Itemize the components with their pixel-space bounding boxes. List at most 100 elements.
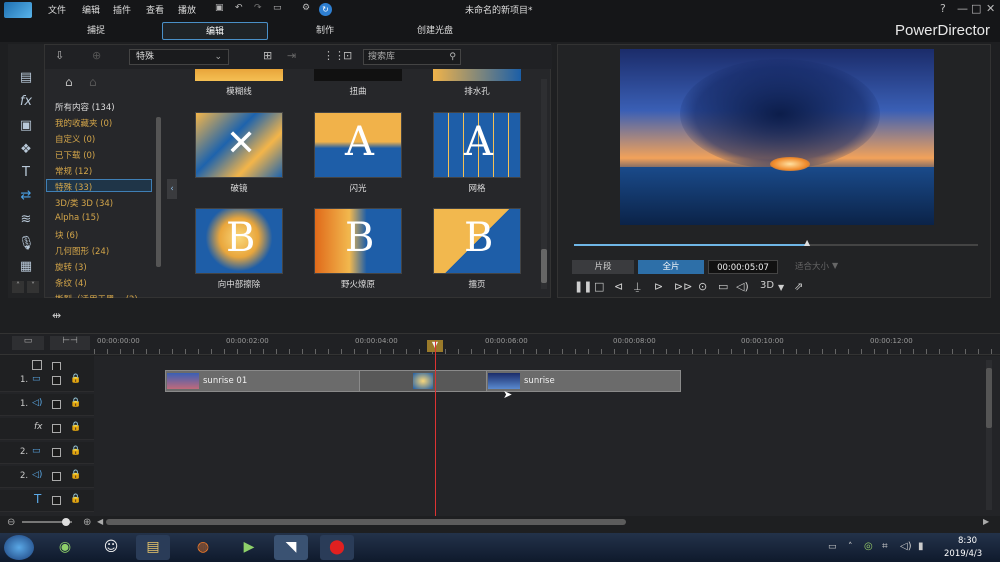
import-icon[interactable]: ⇩ [55,49,64,62]
network-icon[interactable]: ⌗ [882,541,888,552]
zoom-fit-icon[interactable]: ⊢⊣ [50,336,90,350]
lock-icon[interactable]: 🔒 [70,422,81,432]
resize-icon[interactable]: ⊡ [343,49,352,62]
menu-view[interactable]: 查看 [146,3,164,16]
transition-thumb-wipe-center[interactable]: B [195,208,283,274]
category-select[interactable]: 特殊 ⌄ [129,49,229,65]
track-checkbox[interactable] [52,472,61,481]
3d-mode-button[interactable]: 3D [760,280,774,291]
category-item[interactable]: 几何图形 (24) [55,245,109,257]
aspect-ratio-icon[interactable]: ▭ [273,3,282,13]
timeline-ruler[interactable]: ▭ ⊢⊣ 00:00:00:00 00:00:02:00 00:00:04:00… [0,333,1000,355]
category-item[interactable]: 自定义 (0) [55,133,95,145]
library-scrollbar[interactable] [541,79,547,289]
preview-scrubber[interactable]: ▲ [574,238,978,247]
search-icon[interactable]: ⚲ [449,50,456,64]
start-button-icon[interactable] [4,535,34,560]
track-checkbox[interactable] [52,400,61,409]
scroll-right-icon[interactable]: ▶ [983,517,989,526]
zoom-out-icon[interactable]: ⊖ [7,517,15,528]
transition-thumb-broken-glass[interactable]: ✕ [195,112,283,178]
undock-icon[interactable]: ⇗ [794,280,803,293]
scroll-down-icon[interactable]: ˅ [27,281,39,293]
tab-capture[interactable]: 捕捉 [66,22,126,40]
volume-tray-icon[interactable]: ◁) [900,541,912,552]
track-toggle-icon[interactable] [32,360,42,370]
help-button[interactable]: ? [940,2,946,15]
zoom-slider-handle[interactable] [62,518,70,526]
track-checkbox[interactable] [52,376,61,385]
transition-thumb-page-peel[interactable]: B [433,208,521,274]
particle-room-icon[interactable]: ❖ [18,142,34,158]
movie-mode-button[interactable]: 全片 [638,260,704,274]
stop-icon[interactable]: □ [594,280,604,293]
media-player-icon[interactable]: ▶ [232,535,266,560]
tab-create-disc[interactable]: 创建光盘 [400,22,470,40]
pip-room-icon[interactable]: ▣ [18,118,34,134]
subtitle-icon[interactable]: ▭ [718,280,728,293]
menu-file[interactable]: 文件 [48,3,66,16]
battery-icon[interactable]: ▮ [918,541,924,552]
firefox-icon[interactable]: ◍ [186,535,220,560]
scroll-left-icon[interactable]: ◀ [97,517,103,526]
category-item[interactable]: 3D/类 3D (34) [55,197,113,209]
lock-icon[interactable]: 🔒 [70,494,81,504]
video-clip[interactable]: sunrise [486,370,681,392]
category-item[interactable]: 所有内容 (134) [55,101,115,113]
track-checkbox[interactable] [52,496,61,505]
media-room-icon[interactable]: ▤ [18,70,34,86]
lock-icon[interactable]: 🔒 [70,446,81,456]
qq-icon[interactable]: ☺ [94,535,128,560]
transition-thumb[interactable] [195,69,283,81]
lock-icon[interactable]: 🔒 [70,470,81,480]
tag-add-icon[interactable]: ⌂ [65,75,73,89]
split-icon[interactable]: ⍊ [634,280,641,294]
minimize-button[interactable]: — [957,2,968,15]
track-checkbox[interactable] [52,424,61,433]
vertical-scroll-thumb[interactable] [986,368,992,428]
wechat-icon[interactable]: ◎ [864,541,873,552]
tray-arrow-icon[interactable]: ˄ [848,542,853,552]
track-manager-icon[interactable]: ▭ [12,336,44,350]
category-item[interactable]: 旋转 (3) [55,261,87,273]
category-item[interactable]: 撕裂（适用于黑… (2) [55,293,138,298]
tab-produce[interactable]: 制作 [295,22,355,40]
tracks-vertical-scrollbar[interactable] [986,360,992,510]
recorder-icon[interactable]: ⬤ [320,535,354,560]
clip-mode-button[interactable]: 片段 [572,260,634,274]
undo-icon[interactable]: ↶ [235,3,243,13]
category-item[interactable]: 常规 (12) [55,165,92,177]
title-room-icon[interactable]: T [18,165,34,181]
transition-thumb-wildfire[interactable]: B [314,208,402,274]
tab-edit[interactable]: 编辑 [162,22,268,40]
library-scroll-thumb[interactable] [541,249,547,283]
timeline-horizontal-scrollbar[interactable] [106,519,626,525]
clock-date[interactable]: 2019/4/3 [944,549,982,559]
clock-time[interactable]: 8:30 [958,536,977,546]
search-input[interactable]: 搜索库 ⚲ [363,49,461,65]
lock-icon[interactable]: 🔒 [70,398,81,408]
file-explorer-icon[interactable]: ▤ [136,535,170,560]
maximize-button[interactable]: □ [971,2,981,15]
video-clip[interactable]: sunrise 01 [165,370,360,392]
audio-mixing-icon[interactable]: ≋ [18,212,34,228]
transition-thumb-flash[interactable]: A [314,112,402,178]
zoom-slider[interactable] [22,518,72,526]
zoom-in-icon[interactable]: ⊕ [83,517,91,528]
scroll-up-icon[interactable]: ˄ [12,281,24,293]
chapter-icon[interactable]: ▦ [18,259,34,275]
keyboard-icon[interactable]: ▭ [828,542,837,552]
voiceover-icon[interactable]: 🎙 [18,236,35,252]
category-item[interactable]: Alpha (15) [55,213,99,223]
transition-room-icon[interactable]: ⇄ [18,188,34,204]
effects-room-icon[interactable]: fx [18,94,34,110]
fit-timeline-icon[interactable]: ⇹ [52,309,61,322]
save-icon[interactable]: ▣ [215,3,224,13]
track-checkbox[interactable] [52,448,61,457]
volume-icon[interactable]: ◁) [736,280,749,293]
transition-thumb-grid[interactable]: A [433,112,521,178]
chevron-down-icon[interactable]: ▼ [778,283,784,292]
transition-thumb[interactable] [314,69,402,81]
pause-icon[interactable]: ❚❚ [574,280,592,293]
transition-clip[interactable] [359,370,487,392]
